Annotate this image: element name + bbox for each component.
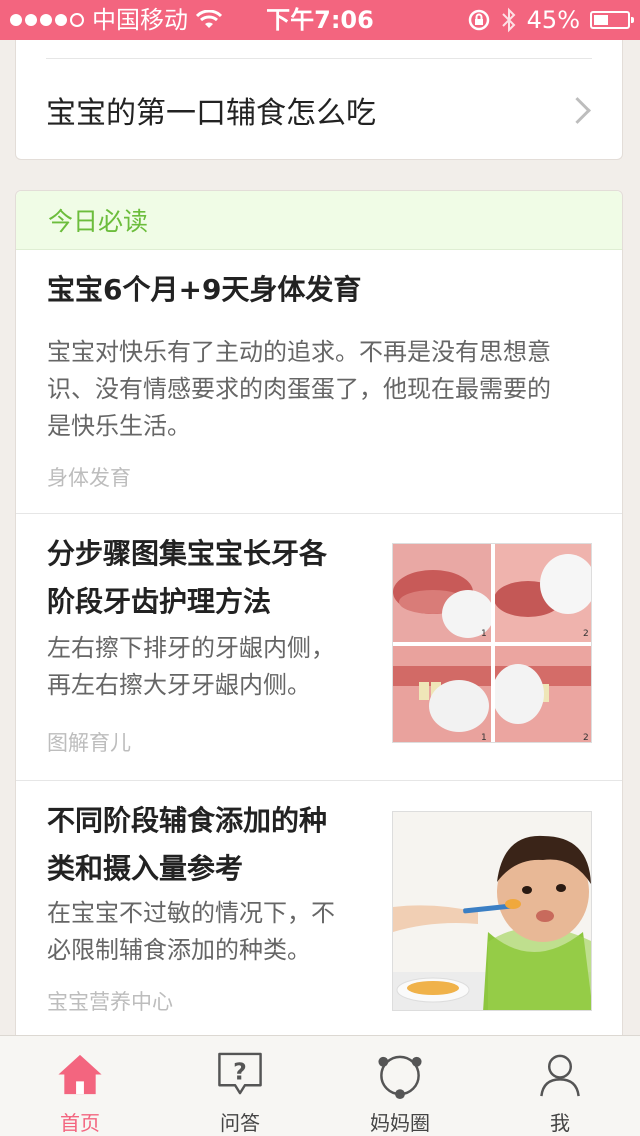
article-category-tag: 图解育儿 [47,731,131,755]
article-description: 左右擦下排牙的牙龈内侧， 再左右擦大牙牙龈内侧。 [47,630,335,704]
article-title-line: 类和摄入量参考 [47,852,244,885]
chevron-right-icon [566,97,592,123]
article-thumbnail-teeth-care: 1 2 1 2 [392,543,592,743]
article-description: 在宝宝不过敏的情况下，不 必限制辅食添加的种类。 [47,895,335,969]
tab-label: 我 [550,1111,570,1135]
thumb-step-label: 1 [481,629,487,639]
battery-percent: 45% [526,6,580,34]
article-title-line: 阶段牙齿护理方法 [47,585,272,618]
top-item-label: 宝宝的第一口辅食怎么吃 [46,96,376,131]
divider [46,58,592,59]
signal-strength-icon [10,13,84,27]
article-title-line: 分步骤图集宝宝长牙各 [47,537,328,570]
tab-label: 首页 [60,1111,100,1135]
carrier-name: 中国移动 [92,6,188,34]
article-description-line: 宝宝对快乐有了主动的追求。不再是没有思想意 [47,338,551,366]
article-title: 宝宝6个月+9天身体发育 [47,273,362,306]
thumb-step-label: 2 [583,733,589,743]
tab-mom-circle[interactable]: 妈妈圈 [320,1036,480,1136]
article-item[interactable]: 宝宝6个月+9天身体发育 宝宝对快乐有了主动的追求。不再是没有思想意 识、没有情… [16,250,622,514]
person-icon [540,1054,580,1097]
article-title-line: 不同阶段辅食添加的种 [47,804,328,837]
thumb-step-label: 2 [583,629,589,639]
thumb-step-label: 1 [481,733,487,743]
bottom-tab-bar: 首页 ? 问答 妈妈圈 我 [0,1035,640,1136]
status-right: 45% [467,0,634,40]
section-header: 今日必读 [16,191,622,250]
article-description-line: 是快乐生活。 [47,412,191,440]
article-title: 不同阶段辅食添加的种 类和摄入量参考 [47,797,327,893]
tab-label: 妈妈圈 [370,1111,430,1135]
article-category-tag: 身体发育 [47,466,131,490]
article-thumbnail-baby-feeding [392,811,592,1011]
article-item[interactable]: 不同阶段辅食添加的种 类和摄入量参考 在宝宝不过敏的情况下，不 必限制辅食添加的… [16,781,622,1069]
article-description-line: 识、没有情感要求的肉蛋蛋了，他现在最需要的 [47,375,551,403]
article-description-line: 再左右擦大牙牙龈内侧。 [47,671,311,699]
tab-qa[interactable]: ? 问答 [160,1036,320,1136]
status-left: 中国移动 [10,0,222,40]
status-bar: 中国移动 下午7:06 45% [0,0,640,40]
must-read-card: 今日必读 宝宝6个月+9天身体发育 宝宝对快乐有了主动的追求。不再是没有思想意 … [15,190,623,1070]
svg-text:?: ? [233,1057,247,1085]
baby-feeding-image [393,812,591,1010]
top-list-item[interactable]: 宝宝的第一口辅食怎么吃 [46,75,592,145]
article-category-tag: 宝宝营养中心 [47,990,173,1014]
teeth-care-image: 1 2 1 2 [393,544,591,743]
battery-icon [590,11,634,29]
top-card: 宝宝的第一口辅食怎么吃 [15,40,623,160]
article-title: 分步骤图集宝宝长牙各 阶段牙齿护理方法 [47,530,327,626]
tab-me[interactable]: 我 [480,1036,640,1136]
tab-home[interactable]: 首页 [0,1036,160,1136]
tab-label: 问答 [220,1111,260,1135]
article-description-line: 必限制辅食添加的种类。 [47,936,311,964]
home-icon [58,1054,102,1095]
section-title: 今日必读 [48,207,149,236]
wifi-icon [196,10,222,28]
rotation-lock-icon [468,9,489,31]
circle-network-icon [378,1055,422,1099]
article-description: 宝宝对快乐有了主动的追求。不再是没有思想意 识、没有情感要求的肉蛋蛋了，他现在最… [47,334,551,445]
question-icon: ? [218,1052,262,1095]
article-description-line: 左右擦下排牙的牙龈内侧， [47,634,335,662]
article-item[interactable]: 分步骤图集宝宝长牙各 阶段牙齿护理方法 左右擦下排牙的牙龈内侧， 再左右擦大牙牙… [16,514,622,781]
bluetooth-icon [501,7,516,33]
article-description-line: 在宝宝不过敏的情况下，不 [47,899,335,927]
